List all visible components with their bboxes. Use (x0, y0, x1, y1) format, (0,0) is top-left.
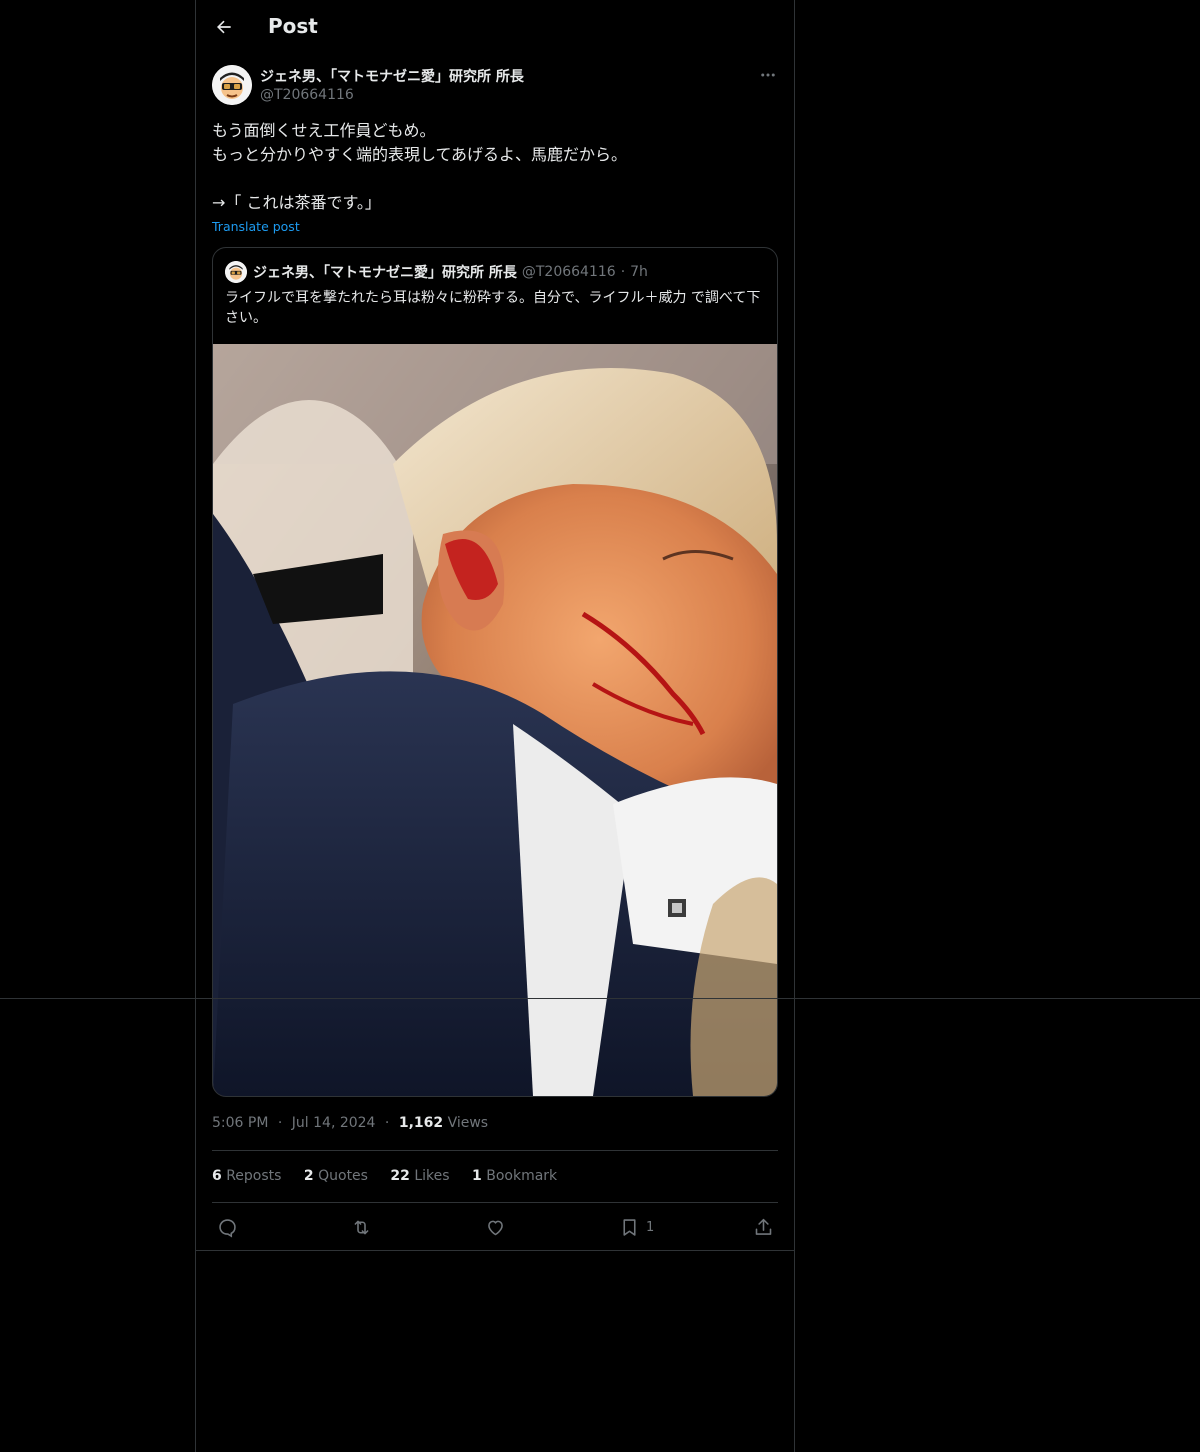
share-icon (755, 1218, 772, 1235)
quoted-time: 7h (630, 264, 648, 280)
quoted-post-image[interactable] (213, 344, 777, 1096)
post-time[interactable]: 5:06 PM (212, 1115, 268, 1131)
page-header: Post (196, 0, 794, 54)
quotes-stat[interactable]: 2 Quotes (304, 1168, 368, 1184)
quotes-count: 2 (303, 1168, 314, 1184)
share-button[interactable] (753, 1215, 774, 1239)
repost-button[interactable] (351, 1215, 372, 1239)
post-text: もう面倒くせえ工作員どもめ。 もっと分かりやすく端的表現してあげるよ、馬鹿だから… (212, 119, 778, 215)
quoted-author-name: ジェネ男、「マトモナゼニ愛」研究所 所長 (253, 265, 517, 281)
separator-dot: · (384, 1115, 390, 1131)
engagement-stats: 6 Reposts 2 Quotes 22 Likes 1 Bookmark (212, 1168, 575, 1184)
likes-label: Likes (414, 1168, 450, 1184)
reply-icon (219, 1218, 236, 1237)
bookmarks-label: Bookmark (486, 1168, 558, 1184)
page-title: Post (268, 14, 318, 38)
translate-post-link[interactable]: Translate post (212, 219, 300, 234)
separator-dot: · (620, 264, 626, 280)
author-name[interactable]: ジェネ男、「マトモナゼニ愛」研究所 所長 (260, 66, 524, 86)
post-line: →「 これは茶番です。」 (212, 193, 381, 212)
bookmark-button[interactable]: 1 (619, 1215, 654, 1239)
likes-stat[interactable]: 22 Likes (390, 1168, 449, 1184)
quoted-post[interactable]: ジェネ男、「マトモナゼニ愛」研究所 所長 @T20664116 · 7h ライフ… (212, 247, 778, 1097)
more-options-button[interactable] (756, 64, 780, 86)
quoted-avatar (225, 261, 247, 283)
quoted-post-header: ジェネ男、「マトモナゼニ愛」研究所 所長 @T20664116 · 7h (225, 261, 648, 283)
post-line: もっと分かりやすく端的表現してあげるよ、馬鹿だから。 (212, 145, 628, 164)
author-handle[interactable]: @T20664116 (260, 87, 354, 103)
separator-dot: · (277, 1115, 283, 1131)
reposts-count: 6 (212, 1168, 222, 1184)
repost-icon (354, 1220, 369, 1234)
quotes-label: Quotes (318, 1168, 368, 1184)
like-button[interactable] (485, 1215, 506, 1239)
avatar[interactable] (212, 65, 252, 105)
bookmarks-count: 1 (472, 1168, 482, 1184)
views-count: 1,162 (398, 1115, 444, 1131)
action-bar: 1 (196, 1203, 794, 1250)
main-column: Post ジェネ男、「マトモナゼニ愛」研究所 所長 @T20664116 もう面… (195, 0, 795, 1452)
more-icon (761, 73, 775, 77)
arrow-left-icon (217, 20, 231, 34)
post-date[interactable]: Jul 14, 2024 (292, 1115, 376, 1131)
reply-button[interactable] (217, 1215, 238, 1239)
bookmark-icon (623, 1218, 636, 1236)
bookmarks-stat[interactable]: 1 Bookmark (472, 1168, 557, 1184)
divider (196, 1250, 794, 1251)
post-line (212, 167, 778, 191)
photo-illustration (213, 344, 777, 1096)
quoted-post-text: ライフルで耳を撃たれたら耳は粉々に粉砕する。自分で、ライフル＋威力 で調べて下さ… (225, 290, 761, 326)
back-button[interactable] (210, 13, 238, 41)
reposts-stat[interactable]: 6 Reposts (212, 1168, 281, 1184)
horizontal-rule (0, 998, 1200, 999)
likes-count: 22 (390, 1168, 410, 1184)
views-label: Views (447, 1115, 489, 1131)
divider (212, 1150, 778, 1151)
heart-icon (488, 1220, 503, 1235)
post-meta: 5:06 PM · Jul 14, 2024 · 1,162 Views (212, 1115, 488, 1131)
reposts-label: Reposts (226, 1168, 282, 1184)
bookmark-count: 1 (646, 1219, 655, 1235)
quoted-author-handle: @T20664116 (521, 264, 616, 280)
post-line: もう面倒くせえ工作員どもめ。 (212, 121, 436, 140)
